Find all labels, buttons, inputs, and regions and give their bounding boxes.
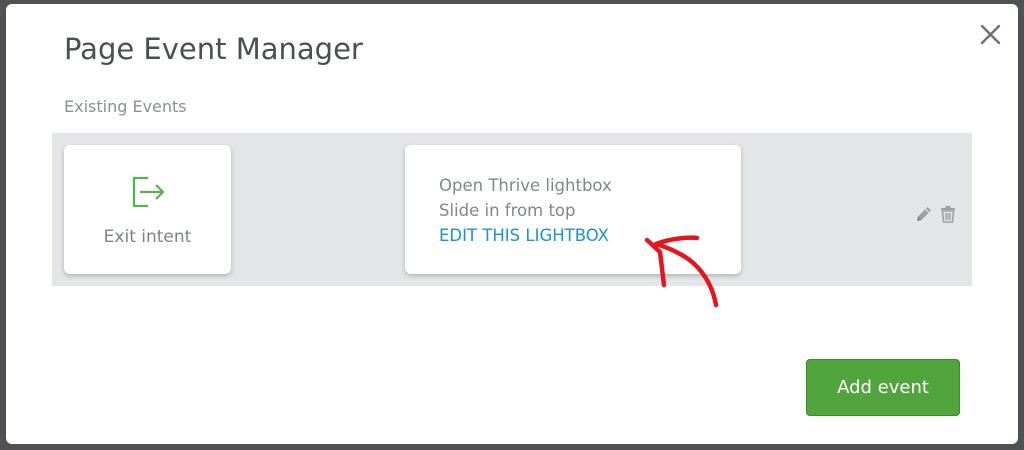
edit-icon[interactable] [914,204,934,224]
row-actions [914,204,960,226]
close-icon[interactable] [978,22,1004,48]
action-animation: Slide in from top [439,201,576,220]
exit-icon [126,170,168,212]
existing-events-label: Existing Events [64,97,187,116]
add-event-button[interactable]: Add event [806,359,960,416]
dialog-title: Page Event Manager [64,32,363,66]
trigger-card[interactable]: Exit intent [64,145,231,274]
event-row: Exit intent Open Thrive lightbox Slide i… [52,133,972,286]
action-card: Open Thrive lightbox Slide in from top E… [405,145,741,274]
edit-lightbox-link[interactable]: EDIT THIS LIGHTBOX [439,226,609,245]
delete-icon[interactable] [938,204,958,224]
trigger-label: Exit intent [103,227,192,247]
action-description: Open Thrive lightbox [439,176,612,195]
page-event-manager-dialog: Page Event Manager Existing Events Exit … [6,4,1018,444]
